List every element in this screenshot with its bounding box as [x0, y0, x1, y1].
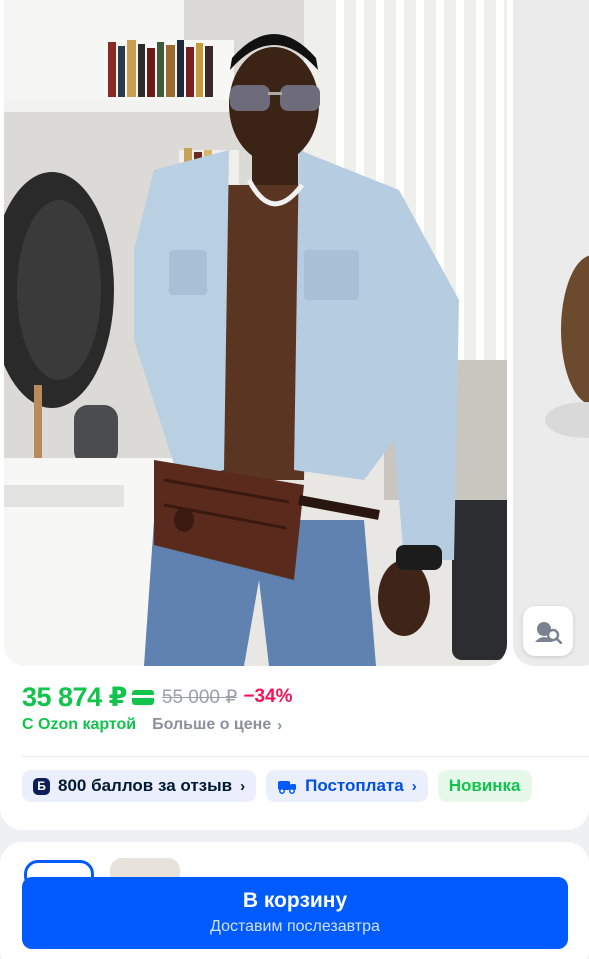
chevron-right-icon: ›	[277, 716, 283, 734]
discount-badge: −34%	[243, 686, 293, 707]
product-screen: 35 874 ₽ 55 000 ₽ −34% С Ozon картой Бол…	[0, 0, 589, 959]
product-gallery[interactable]	[0, 0, 589, 680]
postpay-chip[interactable]: Постоплата ›	[266, 770, 428, 802]
add-to-cart-label: В корзину	[242, 889, 348, 912]
more-about-price-link[interactable]: Больше о цене	[152, 716, 271, 734]
postpay-icon	[278, 781, 297, 794]
current-price: 35 874 ₽	[22, 681, 127, 712]
divider	[22, 756, 589, 757]
bonus-chip[interactable]: Б 800 баллов за отзыв ›	[22, 770, 257, 802]
image-search-icon[interactable]	[523, 606, 573, 656]
price-section: 35 874 ₽ 55 000 ₽ −34% С Ozon картой Бол…	[0, 666, 589, 830]
new-chip[interactable]: Новинка	[437, 770, 532, 802]
chevron-right-icon: ›	[240, 777, 246, 795]
new-chip-label: Новинка	[448, 776, 521, 795]
price-sub-row: С Ozon картой Больше о цене ›	[22, 714, 282, 736]
chevron-right-icon: ›	[411, 777, 417, 795]
ozon-card-icon	[131, 689, 154, 705]
bonus-chip-label: 800 баллов за отзыв	[58, 776, 233, 795]
product-photo-next[interactable]	[513, 0, 589, 666]
ozon-card-label: С Ozon картой	[22, 716, 137, 733]
feature-chips: Б 800 баллов за отзыв › Постоплата › Нов…	[22, 770, 532, 802]
add-to-cart-button[interactable]: В корзину Доставим послезавтра	[22, 877, 568, 949]
product-photo-main[interactable]	[4, 0, 507, 666]
price-row[interactable]: 35 874 ₽ 55 000 ₽ −34%	[22, 680, 292, 714]
old-price: 55 000 ₽	[161, 686, 238, 708]
bonus-points-icon: Б	[33, 777, 50, 795]
postpay-chip-label: Постоплата	[305, 776, 404, 795]
delivery-label: Доставим послезавтра	[210, 918, 380, 935]
